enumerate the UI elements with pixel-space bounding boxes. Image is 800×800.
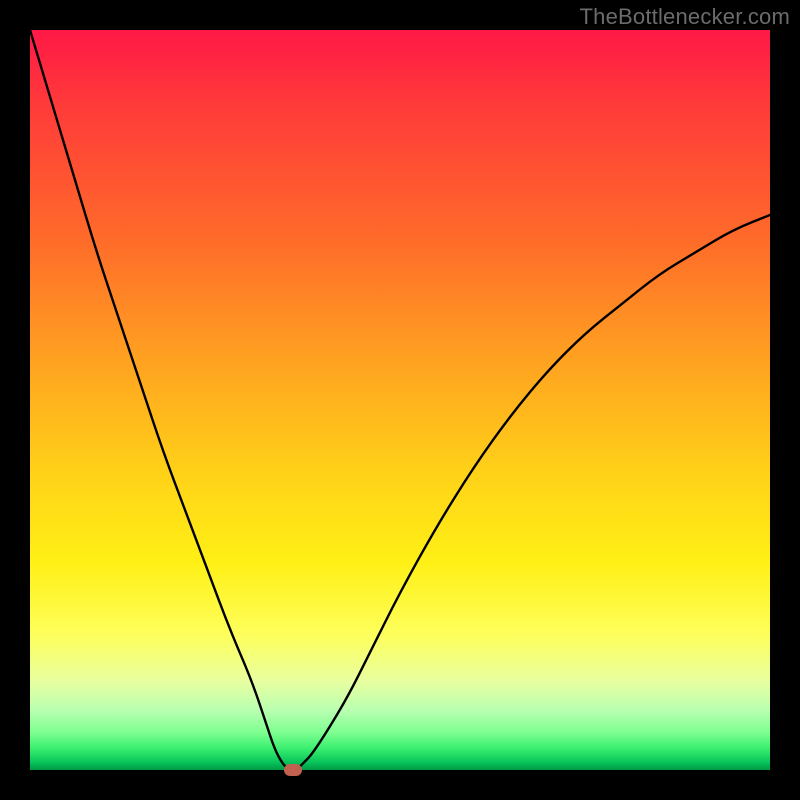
chart-frame: TheBottlenecker.com xyxy=(0,0,800,800)
bottleneck-curve xyxy=(30,30,770,770)
plot-area xyxy=(30,30,770,770)
optimum-marker xyxy=(284,764,302,776)
attribution-label: TheBottlenecker.com xyxy=(580,4,790,30)
